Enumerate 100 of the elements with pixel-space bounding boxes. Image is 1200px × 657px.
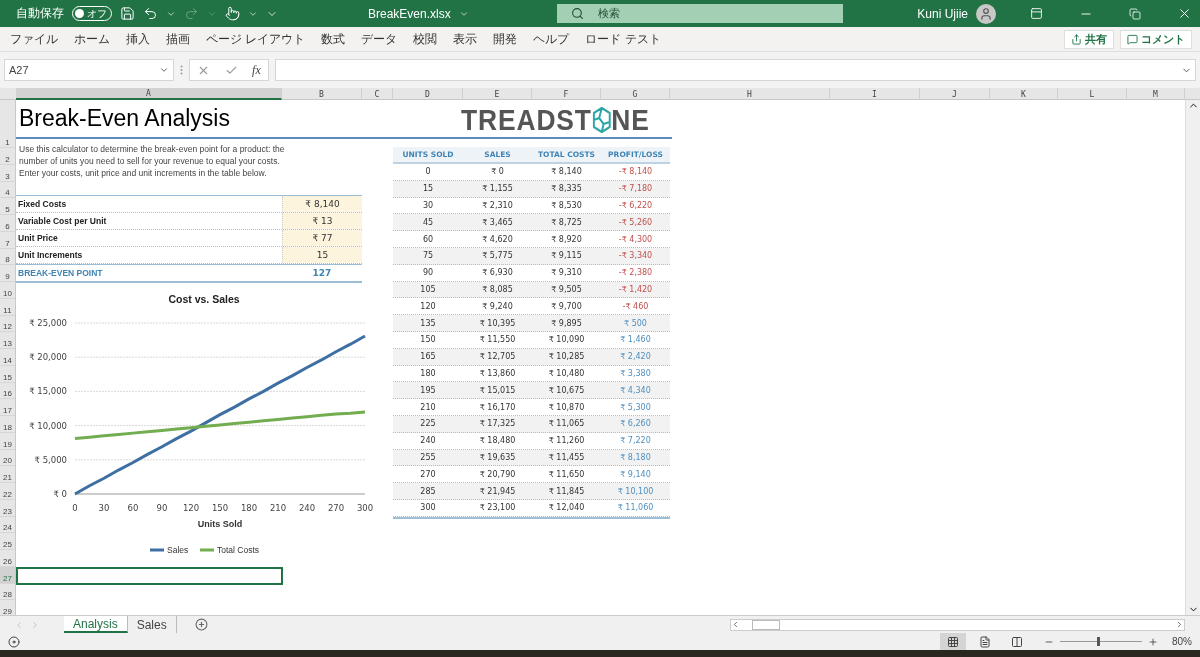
column-header[interactable]: G <box>601 88 670 100</box>
row-header[interactable]: 23 <box>0 499 15 517</box>
column-header[interactable]: L <box>1058 88 1127 100</box>
row-header[interactable]: 14 <box>0 349 15 366</box>
table-cell-text: 30 <box>421 200 435 212</box>
table-cell-text: ₹ 9,895 <box>550 317 583 330</box>
comment-button[interactable]: コメント <box>1120 29 1192 49</box>
column-header[interactable]: D <box>393 88 463 100</box>
column-header[interactable]: B <box>282 88 362 100</box>
row-header[interactable]: 1 <box>0 100 15 148</box>
search-field[interactable]: 検索 <box>556 4 843 23</box>
touch-icon[interactable] <box>225 6 240 21</box>
table-cell-text: -₹ 6,220 <box>617 200 654 212</box>
ribbon-tab[interactable]: 表示 <box>453 30 478 48</box>
name-box[interactable]: A27 <box>4 59 174 81</box>
view-button[interactable] <box>940 633 966 650</box>
scroll-left-icon[interactable] <box>731 620 740 629</box>
row-header[interactable]: 3 <box>0 164 15 182</box>
share-button[interactable]: 共有 <box>1064 29 1114 49</box>
user-name[interactable]: Kuni Ujiie <box>917 6 968 21</box>
column-header[interactable]: F <box>532 88 601 100</box>
input-value[interactable]: ₹ 77 <box>282 230 362 246</box>
ribbon-tab[interactable]: ページ レイアウト <box>206 30 306 48</box>
zoom-level[interactable]: 80% <box>1172 636 1192 647</box>
save-icon[interactable] <box>120 6 135 21</box>
column-header[interactable]: J <box>920 88 990 100</box>
ribbon-tab[interactable]: ロード テスト <box>585 30 661 48</box>
zoom-thumb[interactable] <box>1096 637 1100 646</box>
column-header[interactable]: M <box>1127 88 1185 100</box>
row-header[interactable]: 10 <box>0 282 15 299</box>
row-header[interactable]: 24 <box>0 516 15 534</box>
x-axis-label: 300 <box>356 503 374 513</box>
row-header[interactable]: 16 <box>0 382 15 400</box>
row-header[interactable]: 6 <box>0 215 15 232</box>
selected-cell[interactable] <box>16 567 283 585</box>
row-header[interactable]: 28 <box>0 583 15 601</box>
row-header[interactable]: 26 <box>0 550 15 567</box>
scroll-thumb[interactable] <box>752 619 780 630</box>
ribbon-tab[interactable]: 描画 <box>166 30 190 48</box>
row-header[interactable]: 13 <box>0 332 15 349</box>
table-cell-text: ₹ 8,920 <box>550 233 583 246</box>
sheet-tab[interactable]: Analysis <box>64 616 128 633</box>
row-header[interactable]: 15 <box>0 365 15 383</box>
row-header[interactable]: 22 <box>0 483 15 500</box>
table-cell-text: ₹ 8,140 <box>550 166 583 179</box>
ribbon-tab[interactable]: データ <box>361 30 398 48</box>
table-cell-text: 105 <box>419 283 437 296</box>
table-cell-text: -₹ 7,180 <box>617 183 654 196</box>
ribbon-tab[interactable]: 開発 <box>493 30 518 48</box>
ribbon-tab[interactable]: 校閲 <box>413 30 438 48</box>
avatar-icon[interactable] <box>976 3 996 24</box>
input-value[interactable]: ₹ 13 <box>282 213 362 229</box>
table-cell-text: -₹ 3,340 <box>617 250 654 263</box>
formula-input[interactable] <box>275 59 1196 81</box>
ribbon-tab[interactable]: ヘルプ <box>533 30 570 48</box>
ribbon-tab[interactable]: ホーム <box>74 30 110 48</box>
table-cell-text: ₹ 8,530 <box>550 200 583 212</box>
add-sheet-icon[interactable] <box>194 618 208 631</box>
macro-record-icon[interactable] <box>8 635 20 648</box>
file-name[interactable]: BreakEven.xlsx <box>368 6 451 21</box>
redo-icon[interactable] <box>184 6 199 21</box>
description-line: number of units you need to sell for your revenue to equal your costs. <box>19 155 281 167</box>
row-header[interactable]: 25 <box>0 533 15 550</box>
column-header[interactable]: K <box>990 88 1058 100</box>
column-header[interactable]: H <box>670 88 830 100</box>
input-value[interactable]: 15 <box>282 247 362 263</box>
input-label: Variable Cost per Unit <box>17 215 108 228</box>
row-header[interactable]: 21 <box>0 466 15 483</box>
column-header[interactable]: E <box>463 88 532 100</box>
table-cell-text: 255 <box>419 451 437 464</box>
row-header[interactable]: 18 <box>0 416 15 433</box>
row-header[interactable]: 8 <box>0 248 15 266</box>
ribbon-display-icon[interactable] <box>1030 7 1043 20</box>
close-icon[interactable] <box>1177 6 1192 21</box>
table-cell-text: ₹ 20,790 <box>478 468 517 481</box>
row-header[interactable]: 17 <box>0 399 15 416</box>
ribbon-tab[interactable]: 数式 <box>321 30 346 48</box>
table-cell-text: ₹ 11,060 <box>616 502 655 515</box>
scroll-right-icon[interactable] <box>1175 620 1184 629</box>
row-header[interactable]: 12 <box>0 315 15 333</box>
insert-function-button[interactable]: fx <box>252 62 261 78</box>
column-header[interactable]: C <box>362 88 393 100</box>
column-header[interactable]: I <box>830 88 920 100</box>
ribbon-tab[interactable]: 挿入 <box>126 30 150 48</box>
restore-icon[interactable] <box>1129 7 1141 20</box>
zoom-in-icon[interactable] <box>1148 636 1158 647</box>
row-header[interactable]: 9 <box>0 265 15 282</box>
ribbon-tab[interactable]: ファイル <box>10 30 58 48</box>
row-header[interactable]: 2 <box>0 148 15 165</box>
row-header[interactable]: 7 <box>0 231 15 249</box>
undo-icon[interactable] <box>143 6 158 21</box>
row-header[interactable]: 11 <box>0 298 15 316</box>
row-header[interactable]: 20 <box>0 449 15 467</box>
row-header[interactable]: 5 <box>0 198 15 215</box>
input-value[interactable]: ₹ 8,140 <box>282 196 362 212</box>
column-header[interactable]: A <box>16 88 282 100</box>
row-header[interactable]: 4 <box>0 181 15 199</box>
table-cell-text: ₹ 10,480 <box>547 367 586 380</box>
table-cell-text: ₹ 12,040 <box>547 502 586 515</box>
row-header[interactable]: 19 <box>0 432 15 450</box>
